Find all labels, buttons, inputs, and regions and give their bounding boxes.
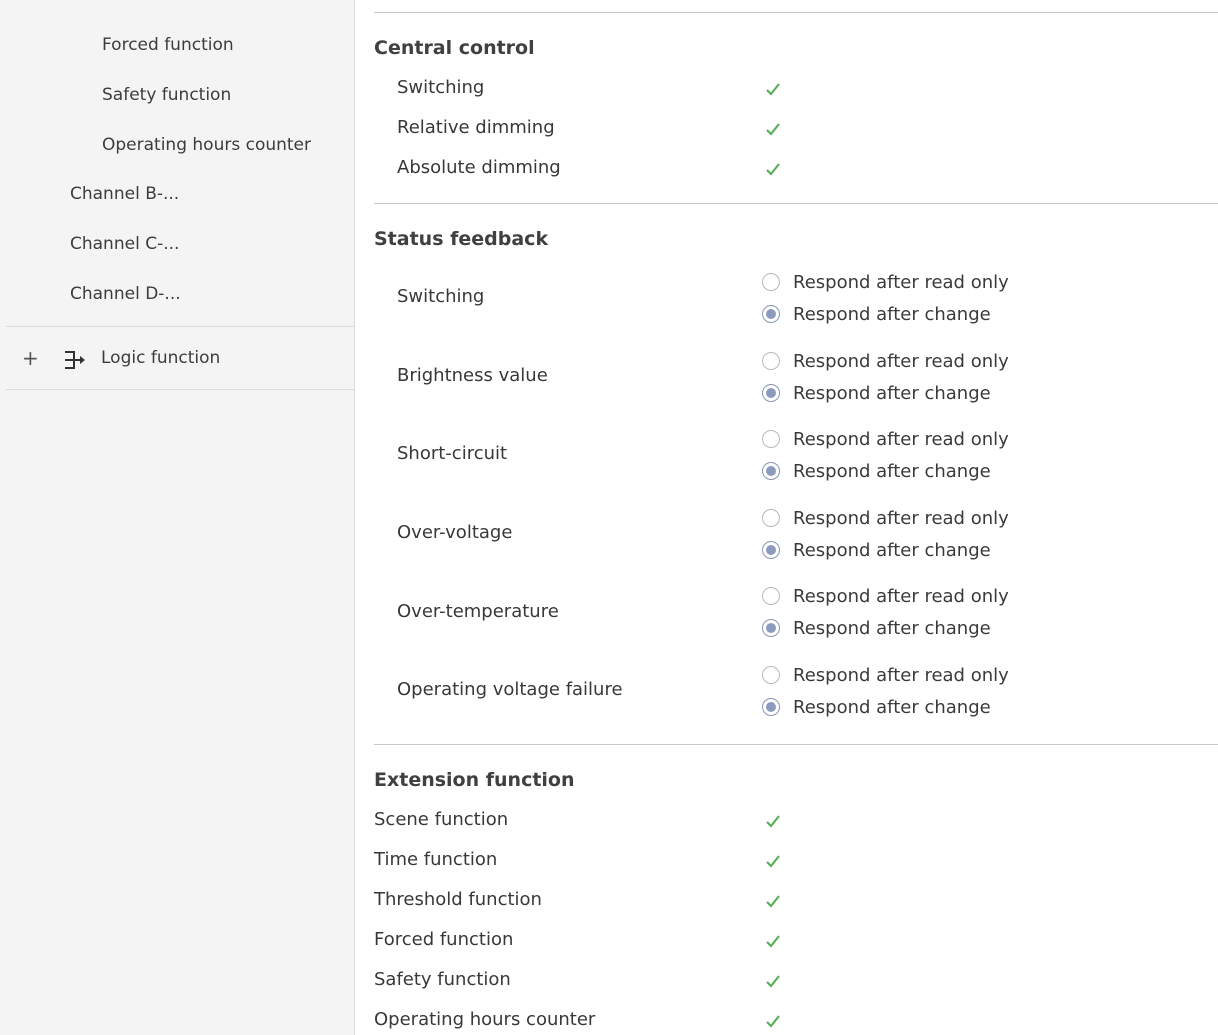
param-label-over-voltage: Over-voltage: [397, 522, 513, 543]
radio-label: Respond after change: [793, 460, 991, 482]
radio-label: Respond after read only: [793, 585, 1009, 607]
radio-label: Respond after change: [793, 382, 991, 404]
sidebar-item-label[interactable]: Logic function: [101, 348, 220, 368]
radio-button[interactable]: [762, 587, 780, 605]
param-label-switching-feedback: Switching: [397, 286, 485, 307]
time-function-checkbox[interactable]: [762, 850, 784, 872]
threshold-function-checkbox[interactable]: [762, 890, 784, 912]
radio-button-selected[interactable]: [762, 305, 780, 323]
radio-label: Respond after change: [793, 617, 991, 639]
radio-button[interactable]: [762, 509, 780, 527]
section-divider: [374, 203, 1218, 204]
relative-dimming-checkbox[interactable]: [762, 118, 784, 140]
logic-function-icon: [65, 351, 85, 369]
checkmark-icon: [766, 975, 780, 988]
over-temperature-option-read-only[interactable]: Respond after read only: [762, 583, 1009, 609]
sidebar-item-safety-function[interactable]: Safety function: [102, 85, 231, 105]
brightness-option-read-only[interactable]: Respond after read only: [762, 348, 1009, 374]
over-voltage-option-after-change[interactable]: Respond after change: [762, 537, 991, 563]
param-label-relative-dimming: Relative dimming: [397, 117, 555, 138]
voltage-failure-option-read-only[interactable]: Respond after read only: [762, 662, 1009, 688]
brightness-option-after-change[interactable]: Respond after change: [762, 380, 991, 406]
parameter-panel: Central control Switching Relative dimmi…: [356, 0, 1218, 1035]
param-label-operating-hours-counter: Operating hours counter: [374, 1009, 596, 1030]
radio-button[interactable]: [762, 352, 780, 370]
checkmark-icon: [766, 895, 780, 908]
safety-function-checkbox[interactable]: [762, 970, 784, 992]
radio-label: Respond after read only: [793, 507, 1009, 529]
radio-label: Respond after change: [793, 539, 991, 561]
param-label-threshold-function: Threshold function: [374, 889, 542, 910]
switching-checkbox[interactable]: [762, 78, 784, 100]
radio-button-selected[interactable]: [762, 462, 780, 480]
radio-label: Respond after change: [793, 696, 991, 718]
param-label-time-function: Time function: [374, 849, 498, 870]
voltage-failure-option-after-change[interactable]: Respond after change: [762, 694, 991, 720]
sidebar-item-operating-hours-counter[interactable]: Operating hours counter: [102, 135, 311, 155]
checkmark-icon: [766, 815, 780, 828]
checkmark-icon: [766, 935, 780, 948]
param-label-absolute-dimming: Absolute dimming: [397, 157, 561, 178]
sidebar-item-channel-c[interactable]: Channel C-...: [70, 234, 179, 254]
checkmark-icon: [766, 123, 780, 136]
param-label-operating-voltage-failure: Operating voltage failure: [397, 679, 623, 700]
param-label-short-circuit: Short-circuit: [397, 443, 508, 464]
radio-button-selected[interactable]: [762, 698, 780, 716]
param-label-brightness-value: Brightness value: [397, 365, 548, 386]
section-title-extension-function: Extension function: [374, 769, 575, 791]
expand-icon[interactable]: +: [22, 346, 39, 370]
forced-function-checkbox[interactable]: [762, 930, 784, 952]
radio-button[interactable]: [762, 430, 780, 448]
radio-button-selected[interactable]: [762, 384, 780, 402]
checkmark-icon: [766, 855, 780, 868]
over-temperature-option-after-change[interactable]: Respond after change: [762, 615, 991, 641]
sidebar-divider: [6, 389, 354, 390]
param-label-scene-function: Scene function: [374, 809, 509, 830]
sidebar-item-forced-function[interactable]: Forced function: [102, 35, 234, 55]
radio-label: Respond after read only: [793, 271, 1009, 293]
scene-function-checkbox[interactable]: [762, 810, 784, 832]
radio-button-selected[interactable]: [762, 619, 780, 637]
short-circuit-option-after-change[interactable]: Respond after change: [762, 458, 991, 484]
absolute-dimming-checkbox[interactable]: [762, 158, 784, 180]
section-title-status-feedback: Status feedback: [374, 228, 549, 250]
param-label-switching: Switching: [397, 77, 485, 98]
radio-button[interactable]: [762, 666, 780, 684]
checkmark-icon: [766, 1015, 780, 1028]
sidebar: Forced function Safety function Operatin…: [0, 0, 355, 1035]
radio-button-selected[interactable]: [762, 541, 780, 559]
sidebar-item-channel-b[interactable]: Channel B-...: [70, 184, 179, 204]
radio-label: Respond after read only: [793, 664, 1009, 686]
radio-label: Respond after change: [793, 303, 991, 325]
section-divider: [374, 744, 1218, 745]
checkmark-icon: [766, 163, 780, 176]
radio-label: Respond after read only: [793, 428, 1009, 450]
operating-hours-counter-checkbox[interactable]: [762, 1010, 784, 1032]
over-voltage-option-read-only[interactable]: Respond after read only: [762, 505, 1009, 531]
short-circuit-option-read-only[interactable]: Respond after read only: [762, 426, 1009, 452]
switching-option-read-only[interactable]: Respond after read only: [762, 269, 1009, 295]
radio-button[interactable]: [762, 273, 780, 291]
checkmark-icon: [766, 83, 780, 96]
radio-label: Respond after read only: [793, 350, 1009, 372]
section-divider: [374, 12, 1218, 13]
param-label-over-temperature: Over-temperature: [397, 601, 559, 622]
sidebar-item-channel-d[interactable]: Channel D-...: [70, 284, 181, 304]
param-label-forced-function: Forced function: [374, 929, 514, 950]
param-label-safety-function: Safety function: [374, 969, 511, 990]
section-title-central-control: Central control: [374, 37, 535, 59]
switching-option-after-change[interactable]: Respond after change: [762, 301, 991, 327]
